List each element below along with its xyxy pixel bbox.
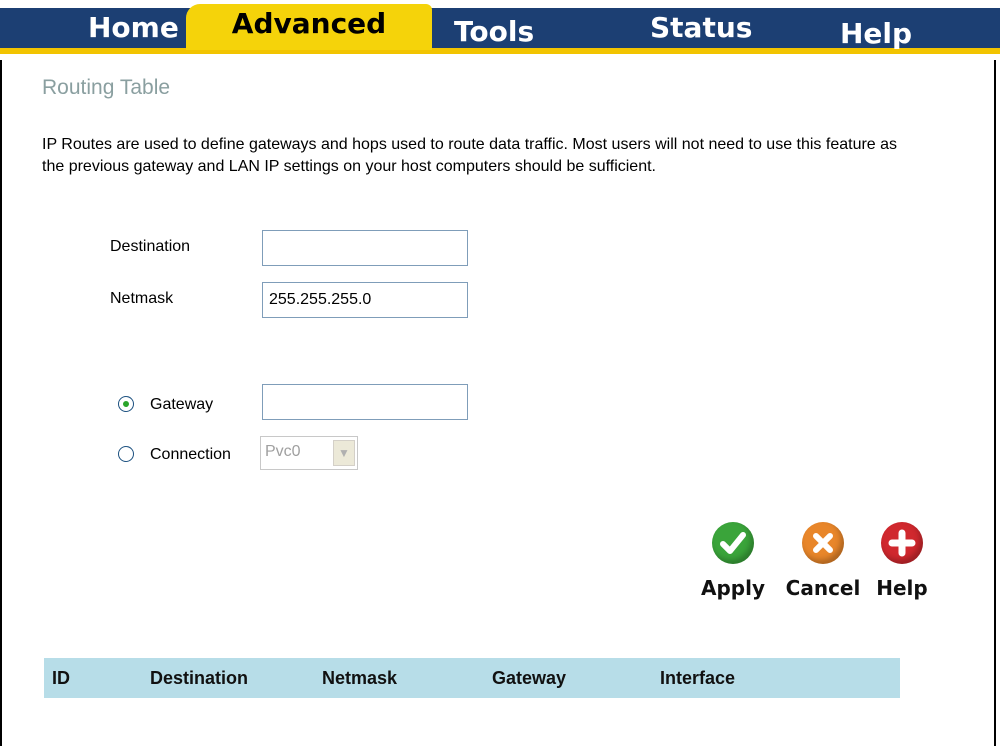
connection-label: Connection <box>150 446 231 463</box>
intro-text: IP Routes are used to define gateways an… <box>42 136 898 175</box>
gateway-input[interactable] <box>262 384 468 420</box>
destination-input[interactable] <box>262 230 468 266</box>
connection-select-value: Pvc0 <box>265 443 301 460</box>
gateway-label: Gateway <box>150 396 214 413</box>
netmask-label: Netmask <box>110 290 174 307</box>
page-frame <box>0 0 996 746</box>
column-header-destination: Destination <box>150 668 249 688</box>
connection-radio[interactable] <box>118 446 134 462</box>
x-icon <box>802 522 844 564</box>
cancel-button[interactable]: Cancel <box>780 522 866 600</box>
help-label: Help <box>876 576 928 600</box>
tab-tools[interactable]: Tools <box>454 12 534 52</box>
plus-icon <box>881 522 923 564</box>
tab-status[interactable]: Status <box>650 8 752 48</box>
gateway-radio[interactable] <box>118 396 134 412</box>
column-header-gateway: Gateway <box>492 668 567 688</box>
apply-button[interactable]: Apply <box>698 522 768 600</box>
tab-advanced[interactable]: Advanced <box>186 4 432 50</box>
apply-label: Apply <box>700 576 765 600</box>
chevron-down-icon[interactable]: ▼ <box>333 440 355 466</box>
netmask-input[interactable] <box>262 282 468 318</box>
page-title: Routing Table <box>42 76 171 99</box>
column-header-id: ID <box>52 668 70 688</box>
column-header-interface: Interface <box>660 668 736 688</box>
tab-home[interactable]: Home <box>88 8 179 48</box>
checkmark-icon <box>712 522 754 564</box>
destination-label: Destination <box>110 238 191 255</box>
top-nav: Home Advanced Tools Status Help <box>0 0 1000 60</box>
cancel-label: Cancel <box>785 576 861 600</box>
connection-select[interactable]: Pvc0 ▼ <box>260 436 358 470</box>
tab-help[interactable]: Help <box>840 14 912 54</box>
help-button[interactable]: Help <box>874 522 930 600</box>
column-header-netmask: Netmask <box>322 668 398 688</box>
routing-table-header: ID Destination Netmask Gateway Interface <box>44 658 900 698</box>
